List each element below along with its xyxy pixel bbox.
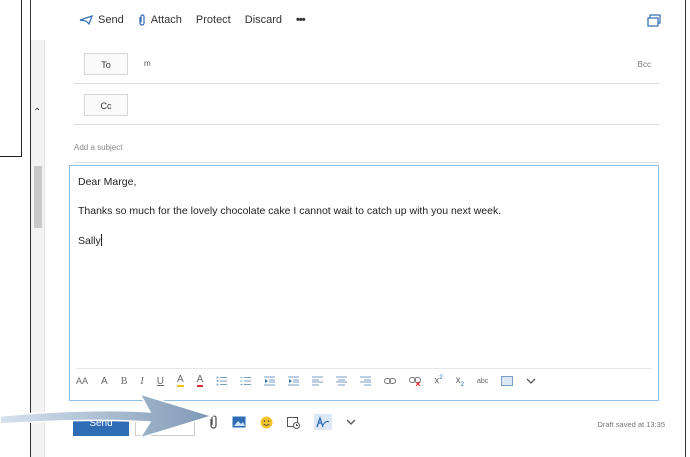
cc-row: Cc bbox=[74, 86, 659, 125]
subject-placeholder: Add a subject bbox=[74, 143, 123, 152]
bottom-more-button[interactable] bbox=[346, 419, 356, 425]
unlink-button[interactable] bbox=[409, 376, 422, 386]
more-options-button[interactable]: ••• bbox=[296, 14, 306, 26]
subscript-icon: x2 bbox=[455, 374, 464, 388]
emoji-button[interactable] bbox=[260, 416, 273, 429]
superscript-icon: x2 bbox=[434, 375, 443, 387]
link-button[interactable] bbox=[384, 377, 397, 385]
message-text: Dear Marge, Thanks so much for the lovel… bbox=[78, 176, 501, 264]
toolbar-send-button[interactable]: Send bbox=[79, 14, 124, 26]
compose-toolbar: Send Attach Protect Discard ••• bbox=[79, 14, 319, 26]
align-center-icon bbox=[336, 376, 348, 386]
subscript-button[interactable]: x2 bbox=[456, 375, 464, 388]
bottom-icon-bar bbox=[209, 414, 370, 430]
paperclip-icon bbox=[139, 14, 145, 26]
toolbar-discard-button[interactable]: Discard bbox=[245, 14, 282, 26]
toolbar-discard-label: Discard bbox=[244, 14, 283, 26]
spelling-button[interactable]: abc bbox=[477, 378, 488, 385]
toolbar-protect-label: Protect bbox=[195, 14, 231, 26]
bcc-link[interactable]: Bcc bbox=[638, 60, 651, 69]
indent-icon bbox=[288, 376, 300, 386]
send-icon bbox=[79, 15, 93, 25]
superscript-button[interactable]: x2 bbox=[434, 375, 442, 386]
toolbar-attach-button[interactable]: Attach bbox=[138, 14, 182, 26]
to-row: To m Bcc bbox=[74, 45, 659, 84]
link-icon bbox=[384, 378, 397, 384]
spelling-icon: abc bbox=[476, 377, 489, 385]
text-cursor bbox=[100, 234, 102, 246]
to-field[interactable]: m bbox=[144, 59, 151, 68]
schedule-button[interactable] bbox=[287, 416, 300, 429]
left-panel-edge bbox=[0, 0, 22, 157]
message-signoff-row: Sally bbox=[78, 234, 501, 247]
numbering-button[interactable] bbox=[240, 376, 252, 386]
outdent-button[interactable] bbox=[264, 376, 276, 386]
more-icon: ••• bbox=[296, 14, 306, 26]
pen-icon bbox=[316, 416, 330, 428]
popout-icon bbox=[647, 14, 661, 27]
bullets-button[interactable] bbox=[216, 376, 228, 386]
align-right-icon bbox=[360, 376, 372, 386]
message-line: Thanks so much for the lovely chocolate … bbox=[78, 205, 502, 217]
editor-button[interactable] bbox=[314, 414, 332, 430]
table-icon bbox=[501, 376, 514, 386]
unlink-icon bbox=[409, 377, 422, 386]
align-right-button[interactable] bbox=[360, 376, 372, 386]
chevron-down-icon bbox=[526, 378, 536, 384]
toolbar-attach-label: Attach bbox=[150, 14, 182, 26]
toolbar-send-label: Send bbox=[98, 14, 124, 26]
message-greeting: Dear Marge, bbox=[78, 176, 137, 188]
toolbar-protect-button[interactable]: Protect bbox=[196, 14, 231, 26]
picture-icon bbox=[232, 416, 246, 428]
indent-button[interactable] bbox=[288, 376, 300, 386]
bullets-icon bbox=[216, 376, 228, 386]
scroll-up-icon[interactable]: ⌃ bbox=[33, 108, 41, 118]
annotation-arrow-icon bbox=[0, 392, 215, 440]
message-signoff: Sally bbox=[78, 235, 101, 247]
subject-field[interactable]: Add a subject bbox=[74, 132, 659, 163]
align-left-icon bbox=[312, 376, 324, 386]
align-center-button[interactable] bbox=[336, 376, 348, 386]
emoji-icon bbox=[260, 416, 273, 428]
message-body[interactable]: Dear Marge, Thanks so much for the lovel… bbox=[69, 165, 659, 401]
draft-status: Draft saved at 13:35 bbox=[597, 420, 665, 429]
scrollbar-thumb[interactable] bbox=[34, 166, 42, 228]
calendar-clock-icon bbox=[287, 416, 300, 429]
numbering-icon bbox=[240, 377, 252, 385]
format-more-button[interactable] bbox=[526, 378, 536, 384]
outdent-icon bbox=[264, 376, 276, 386]
chevron-down-icon bbox=[346, 419, 356, 425]
to-button[interactable]: To bbox=[84, 53, 128, 75]
cc-button[interactable]: Cc bbox=[84, 94, 128, 116]
insert-picture-button[interactable] bbox=[232, 416, 246, 428]
insert-table-button[interactable] bbox=[501, 376, 514, 386]
popout-button[interactable] bbox=[647, 14, 661, 32]
align-left-button[interactable] bbox=[312, 376, 324, 386]
